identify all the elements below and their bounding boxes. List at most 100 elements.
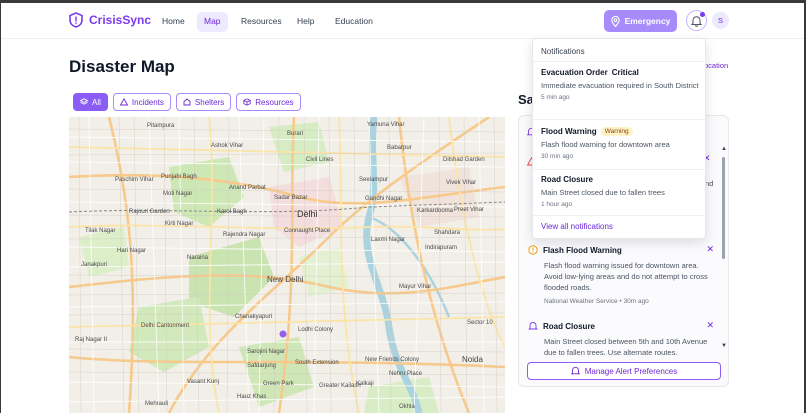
map-label: Shahdara [434,230,461,236]
map-label: Rajouri Garden [129,209,170,215]
close-icon[interactable]: ✕ [706,320,714,331]
map-label: Sector 10 [467,320,493,326]
avatar[interactable]: S [712,12,729,29]
manage-alert-preferences-button[interactable]: Manage Alert Preferences [527,362,721,380]
map-label: Moti Nagar [163,191,193,197]
location-link[interactable]: ocation [704,61,728,70]
scrollbar-thumb[interactable] [722,157,725,259]
notification-time: 30 min ago [541,153,574,160]
scroll-down-arrow[interactable]: ▼ [721,343,727,349]
map-label: Delhi Cantonment [141,323,190,329]
nav-link-resources[interactable]: Resources [234,12,289,32]
nav-link-home[interactable]: Home [155,12,192,32]
map-label: Lodhi Colony [298,327,334,333]
map-label: Seelampur [359,177,389,183]
filter-shelters[interactable]: Shelters [175,93,232,111]
filter-resources[interactable]: Resources [236,93,301,111]
disaster-map[interactable]: Pitampura Yamuna Vihar Burari Ashok Viha… [69,117,505,413]
map-label: Anand Parbat [229,185,266,191]
map-label: Nehru Place [389,371,423,377]
map-label: Punjabi Bagh [161,174,197,180]
home-icon [183,98,191,106]
filter-incidents-label: Incidents [131,97,164,107]
map-label: Green Park [263,381,294,387]
alert-card-road-closure: Road Closure ✕ Main Street closed betwee… [528,320,714,358]
map-pin-icon [610,15,620,27]
map-label: Chanakyapuri [235,314,273,320]
notification-item[interactable]: Evacuation Order Critical Immediate evac… [541,68,701,101]
map-tiles [69,117,505,413]
filter-all[interactable]: All [73,93,108,111]
map-label: Rajendra Nagar [223,232,266,238]
brand[interactable]: CrisisSync [69,12,151,28]
map-label: Janakpuri [81,262,108,268]
emergency-label: Emergency [624,16,671,26]
shield-logo-icon [69,12,83,28]
map-label: Preet Vihar [454,207,484,213]
map-label: Mehrauli [145,401,169,407]
manage-label: Manage Alert Preferences [584,366,678,376]
map-label: Kirti Nagar [165,221,194,227]
map-label-delhi: Delhi [297,209,318,219]
map-label: Vivek Vihar [446,180,477,186]
map-label: Mayur Vihar [399,284,432,290]
notification-body: Main Street closed due to fallen trees [541,188,665,197]
map-label: Yamuna Vihar [367,122,405,128]
filter-incidents[interactable]: Incidents [112,93,171,111]
filter-resources-label: Resources [255,97,294,107]
map-label: Gandhi Nagar [365,196,403,202]
layers-icon [80,98,88,105]
top-navbar: CrisisSync Home Map Resources Help Educa… [1,3,804,39]
map-label: Connaught Place [284,228,331,234]
map-label: Sadar Bazar [274,195,308,201]
notification-item[interactable]: Flood Warning Warning Flash flood warnin… [541,127,701,160]
view-all-notifications-link[interactable]: View all notifications [541,222,613,231]
filter-shelters-label: Shelters [194,97,225,107]
map-label: Karkardooma [417,208,454,214]
alert-body: Main Street closed between 5th and 10th … [544,337,708,357]
notifications-button[interactable] [686,10,707,31]
nav-link-education[interactable]: Education [328,12,380,32]
map-label: Dilshad Garden [443,157,485,163]
close-icon[interactable]: ✕ [706,244,714,255]
map-label: Tilak Nagar [85,228,116,234]
bell-icon [570,366,580,375]
alert-meta: National Weather Service • 30m ago [544,298,714,305]
warning-triangle-icon [119,98,128,106]
notifications-title: Notifications [541,47,585,56]
notification-item[interactable]: Road Closure Main Street closed due to f… [541,175,701,208]
notification-time: 5 min ago [541,94,570,101]
nav-link-help[interactable]: Help [290,12,321,32]
map-label: Babarpur [387,145,412,151]
map-label: Laxmi Nagar [371,237,406,243]
map-label: Karol Bagh [217,209,247,215]
map-label-noida: Noida [462,355,483,364]
notification-body: Immediate evacuation required in South D… [541,81,699,90]
package-icon [243,98,251,106]
notification-time: 1 hour ago [541,201,573,208]
map-label: Indirapuram [425,245,458,251]
map-label: Pitampura [147,123,175,129]
map-label: Naraina [187,255,209,261]
map-label: Safdarjung [247,363,277,369]
map-label: South Extension [295,360,339,366]
map-label: Vasant Kunj [187,379,219,385]
map-label: Raj Nagar II [75,337,108,343]
map-label: Burari [287,131,304,137]
page-title: Disaster Map [69,57,175,76]
notification-dot [700,12,705,17]
partial-alert-text: nd [705,179,714,188]
emergency-button[interactable]: Emergency [604,10,677,32]
alert-card-flash-flood: Flash Flood Warning ✕ Flash flood warnin… [528,244,714,305]
map-filters: All Incidents Shelters Resources [73,93,301,111]
divider [533,215,707,216]
nav-link-map[interactable]: Map [197,12,228,32]
alert-source: National Weather Service [544,298,618,305]
notification-body: Flash flood warning for downtown area [541,140,670,149]
divider [533,61,707,62]
notification-severity: Critical [611,68,639,77]
map-label: Civil Lines [306,157,334,163]
notifications-dropdown: Notifications Evacuation Order Critical … [532,38,707,239]
alert-time: 30m ago [623,298,649,305]
scroll-up-arrow[interactable]: ▲ [721,146,727,152]
